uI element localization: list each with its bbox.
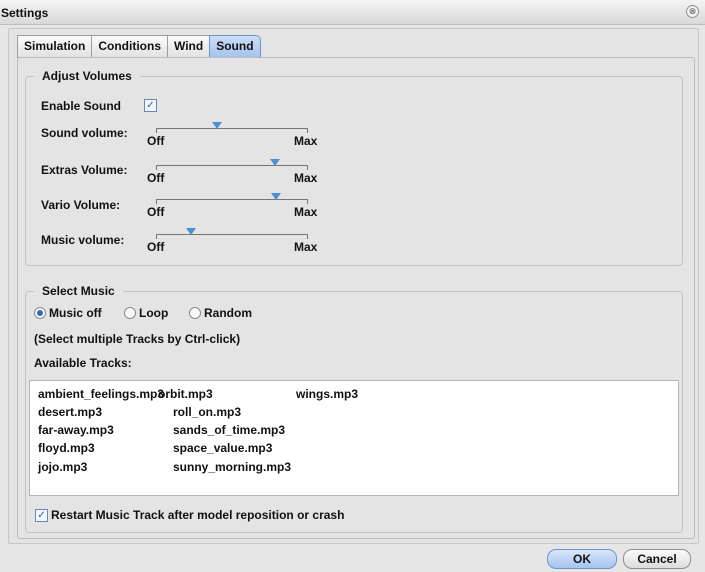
sound-volume-label: Sound volume: bbox=[41, 126, 128, 140]
music-off-label[interactable]: Music off bbox=[49, 306, 102, 320]
tab-simulation[interactable]: Simulation bbox=[17, 35, 92, 58]
extras-volume-label: Extras Volume: bbox=[41, 163, 128, 177]
select-music-legend: Select Music bbox=[34, 284, 123, 298]
slider-max-label: Max bbox=[294, 134, 318, 148]
loop-label[interactable]: Loop bbox=[139, 306, 168, 320]
multi-select-hint: (Select multiple Tracks by Ctrl-click) bbox=[34, 332, 241, 346]
track-item[interactable]: far-away.mp3 bbox=[38, 423, 114, 437]
close-icon[interactable]: ⊗ bbox=[686, 5, 699, 18]
tab-sound[interactable]: Sound bbox=[209, 35, 261, 58]
music-volume-label: Music volume: bbox=[41, 233, 125, 247]
slider-min-label: Off bbox=[147, 240, 165, 254]
ok-button[interactable]: OK bbox=[547, 549, 617, 569]
tracks-list[interactable]: ambient_feelings.mp3 orbit.mp3 wings.mp3… bbox=[29, 380, 679, 496]
tab-wind[interactable]: Wind bbox=[167, 35, 210, 58]
restart-track-checkbox[interactable]: ✓ bbox=[35, 509, 48, 522]
slider-min-label: Off bbox=[147, 171, 165, 185]
track-item[interactable]: ambient_feelings.mp3 bbox=[38, 387, 164, 401]
slider-max-label: Max bbox=[294, 205, 318, 219]
random-radio[interactable] bbox=[189, 307, 201, 319]
tab-bar: Simulation Conditions Wind Sound bbox=[17, 35, 261, 58]
slider-tick bbox=[307, 165, 308, 170]
slider-track[interactable] bbox=[156, 165, 308, 166]
slider-max-label: Max bbox=[294, 240, 318, 254]
slider-track[interactable] bbox=[156, 128, 308, 129]
slider-min-label: Off bbox=[147, 205, 165, 219]
slider-track[interactable] bbox=[156, 199, 308, 200]
track-item[interactable]: jojo.mp3 bbox=[38, 460, 87, 474]
cancel-button[interactable]: Cancel bbox=[623, 549, 691, 569]
adjust-volumes-legend: Adjust Volumes bbox=[34, 69, 140, 83]
slider-tick bbox=[156, 165, 157, 170]
track-item[interactable]: desert.mp3 bbox=[38, 405, 102, 419]
slider-max-label: Max bbox=[294, 171, 318, 185]
track-item[interactable]: sands_of_time.mp3 bbox=[173, 423, 285, 437]
slider-tick bbox=[307, 128, 308, 133]
slider-track[interactable] bbox=[156, 234, 308, 235]
slider-min-label: Off bbox=[147, 134, 165, 148]
loop-radio[interactable] bbox=[124, 307, 136, 319]
enable-sound-label: Enable Sound bbox=[41, 99, 122, 113]
music-off-radio[interactable] bbox=[34, 307, 46, 319]
slider-tick bbox=[156, 128, 157, 133]
tab-conditions[interactable]: Conditions bbox=[91, 35, 167, 58]
slider-thumb-icon[interactable] bbox=[269, 159, 280, 166]
track-item[interactable]: orbit.mp3 bbox=[158, 387, 213, 401]
track-item[interactable]: floyd.mp3 bbox=[38, 441, 95, 455]
slider-tick bbox=[307, 234, 308, 239]
slider-tick bbox=[307, 199, 308, 204]
slider-tick bbox=[156, 234, 157, 239]
track-item[interactable]: roll_on.mp3 bbox=[173, 405, 241, 419]
slider-tick bbox=[156, 199, 157, 204]
available-tracks-label: Available Tracks: bbox=[34, 356, 132, 370]
slider-thumb-icon[interactable] bbox=[211, 122, 222, 129]
window-title: Settings bbox=[1, 6, 49, 20]
track-item[interactable]: wings.mp3 bbox=[296, 387, 358, 401]
vario-volume-label: Vario Volume: bbox=[41, 198, 121, 212]
slider-thumb-icon[interactable] bbox=[185, 228, 196, 235]
restart-track-label: Restart Music Track after model repositi… bbox=[51, 508, 345, 522]
title-bar: Settings ⊗ bbox=[0, 0, 705, 25]
slider-thumb-icon[interactable] bbox=[271, 193, 282, 200]
track-item[interactable]: space_value.mp3 bbox=[173, 441, 272, 455]
enable-sound-checkbox[interactable]: ✓ bbox=[144, 99, 157, 112]
track-item[interactable]: sunny_morning.mp3 bbox=[173, 460, 291, 474]
random-label[interactable]: Random bbox=[204, 306, 252, 320]
